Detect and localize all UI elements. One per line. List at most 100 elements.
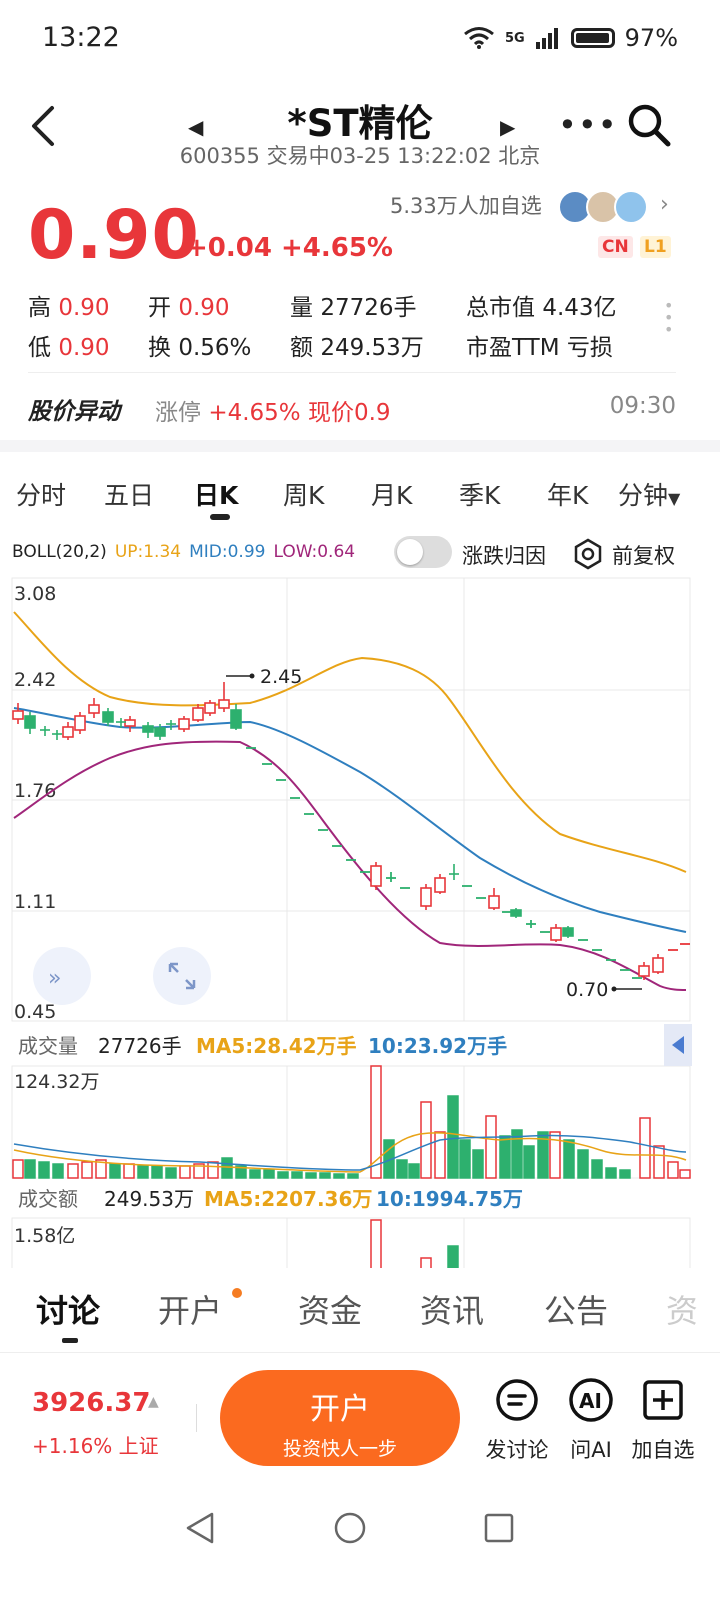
followers-count[interactable]: 5.33万人加自选 — [390, 190, 542, 220]
y-tick: 1.11 — [14, 891, 56, 913]
tab-quarterly-k[interactable]: 季K — [459, 476, 500, 512]
ai-icon: AI — [569, 1378, 613, 1422]
alert-time: 09:30 — [609, 393, 676, 419]
stat-open: 开 0.90 — [148, 295, 230, 321]
stat-volume: 量 27726手 — [290, 295, 417, 321]
fullscreen-button[interactable] — [153, 947, 211, 1005]
price-change: +0.04 +4.65% — [186, 233, 393, 263]
volume-bars — [12, 1065, 691, 1179]
current-price: 0.90 — [28, 196, 200, 275]
market-badge: CN — [598, 236, 633, 258]
ask-ai-button[interactable]: AI 问AI — [556, 1376, 626, 1464]
tab-intraday[interactable]: 分时 — [16, 476, 66, 512]
tab-monthly-k[interactable]: 月K — [371, 476, 412, 512]
stat-market-cap: 总市值 4.43亿 — [466, 295, 617, 321]
stock-subtitle: 600355 交易中03-25 13:22:02 北京 — [179, 144, 541, 168]
stat-high: 高 0.90 — [28, 295, 110, 321]
alert-title[interactable]: 股价异动 — [28, 392, 120, 426]
tab-funds[interactable]: 资金 — [298, 1286, 362, 1332]
attribution-label: 涨跌归因 — [462, 544, 546, 568]
boll-up-line — [13, 611, 687, 873]
volume-value: 27726手 — [98, 1034, 182, 1058]
index-change[interactable]: +1.16% 上证 — [32, 1430, 159, 1459]
plus-square-icon — [643, 1380, 683, 1420]
collapse-panel-button[interactable] — [664, 1024, 692, 1066]
boll-legend[interactable]: BOLL(20,2) UP:1.34 MID:0.99 LOW:0.64 — [12, 542, 355, 562]
kline-chart[interactable]: 3.08 2.42 1.76 1.11 0.45 2.45 0.70 » 成交量… — [0, 574, 720, 1274]
stat-low: 低 0.90 — [28, 335, 110, 361]
search-icon[interactable] — [626, 102, 672, 148]
avatar[interactable] — [614, 190, 648, 224]
tab-weekly-k[interactable]: 周K — [283, 476, 324, 512]
tab-indicator — [210, 514, 230, 520]
min-price-label: 0.70 — [566, 979, 608, 1001]
y-tick: 1.76 — [14, 780, 56, 802]
amount-value: 249.53万 — [104, 1187, 194, 1211]
dropdown-icon: ▼ — [668, 489, 681, 508]
network-label: 5G — [504, 30, 525, 46]
next-stock-icon[interactable]: ▶ — [500, 115, 515, 139]
status-time: 13:22 — [42, 22, 120, 53]
fast-forward-icon: » — [48, 966, 61, 991]
open-account-button[interactable]: 开户 投资快人一步 — [220, 1370, 460, 1466]
tab-yearly-k[interactable]: 年K — [547, 476, 588, 512]
chevron-right-icon[interactable]: › — [660, 192, 669, 217]
comment-icon — [496, 1379, 538, 1421]
amount-max-tick: 1.58亿 — [14, 1225, 75, 1247]
tab-five-day[interactable]: 五日 — [104, 476, 154, 512]
amount-ma5: MA5:2207.36万 — [204, 1187, 372, 1211]
boll-mid-line — [13, 707, 687, 933]
alert-text[interactable]: 涨停 +4.65% 现价0.9 — [155, 393, 391, 427]
index-value[interactable]: 3926.37 — [32, 1388, 150, 1418]
min-marker-dot — [611, 986, 617, 992]
amount-bars — [370, 1219, 459, 1274]
tab-more[interactable]: 资 — [666, 1286, 698, 1332]
stat-turnover: 换 0.56% — [148, 335, 252, 361]
y-tick: 2.42 — [14, 669, 56, 691]
attribution-toggle[interactable] — [394, 536, 452, 568]
battery-level: 97% — [624, 24, 678, 52]
volume-title: 成交量 — [18, 1034, 78, 1058]
tab-daily-k[interactable]: 日K — [194, 476, 238, 512]
more-icon[interactable]: ••• — [558, 106, 618, 144]
prev-stock-icon[interactable]: ◀ — [188, 115, 203, 139]
up-triangle-icon: ▲ — [148, 1394, 159, 1410]
max-marker-dot — [249, 673, 255, 679]
tab-announcements[interactable]: 公告 — [544, 1286, 608, 1332]
tab-open-account[interactable]: 开户 — [158, 1286, 222, 1332]
amount-title: 成交额 — [18, 1187, 78, 1211]
divider — [0, 1352, 720, 1353]
level-badge: L1 — [640, 236, 671, 258]
nav-home-icon[interactable] — [334, 1512, 366, 1544]
wifi-icon — [464, 27, 494, 49]
notification-dot — [232, 1288, 242, 1298]
adjust-label[interactable]: 前复权 — [612, 540, 675, 570]
stat-amount: 额 249.53万 — [290, 335, 424, 361]
adjust-icon[interactable] — [572, 538, 604, 570]
volume-max-tick: 124.32万 — [14, 1071, 99, 1093]
divider — [196, 1404, 197, 1432]
svg-text:AI: AI — [579, 1389, 602, 1413]
tab-indicator — [62, 1338, 78, 1343]
signal-icon — [535, 28, 558, 49]
y-tick: 0.45 — [14, 1001, 56, 1023]
nav-recents-icon[interactable] — [484, 1513, 514, 1543]
expand-stats-icon[interactable]: • • • — [664, 298, 673, 338]
section-separator — [0, 440, 720, 452]
battery-icon — [570, 28, 615, 48]
max-price-label: 2.45 — [260, 666, 302, 688]
tab-minute[interactable]: 分钟▼ — [618, 476, 680, 512]
add-watchlist-button[interactable]: 加自选 — [628, 1376, 698, 1464]
tab-discussion[interactable]: 讨论 — [36, 1286, 100, 1332]
amount-ma10: 10:1994.75万 — [376, 1187, 523, 1211]
y-tick: 3.08 — [14, 583, 56, 605]
tab-news[interactable]: 资讯 — [420, 1286, 484, 1332]
post-discussion-button[interactable]: 发讨论 — [482, 1376, 552, 1464]
system-nav-bar — [186, 1512, 514, 1544]
volume-ma10: 10:23.92万手 — [368, 1034, 507, 1058]
nav-back-icon[interactable] — [186, 1512, 214, 1544]
volume-ma5: MA5:28.42万手 — [196, 1034, 357, 1058]
boll-low-line — [13, 740, 687, 991]
fast-forward-button[interactable]: » — [33, 947, 91, 1005]
divider — [28, 372, 676, 373]
